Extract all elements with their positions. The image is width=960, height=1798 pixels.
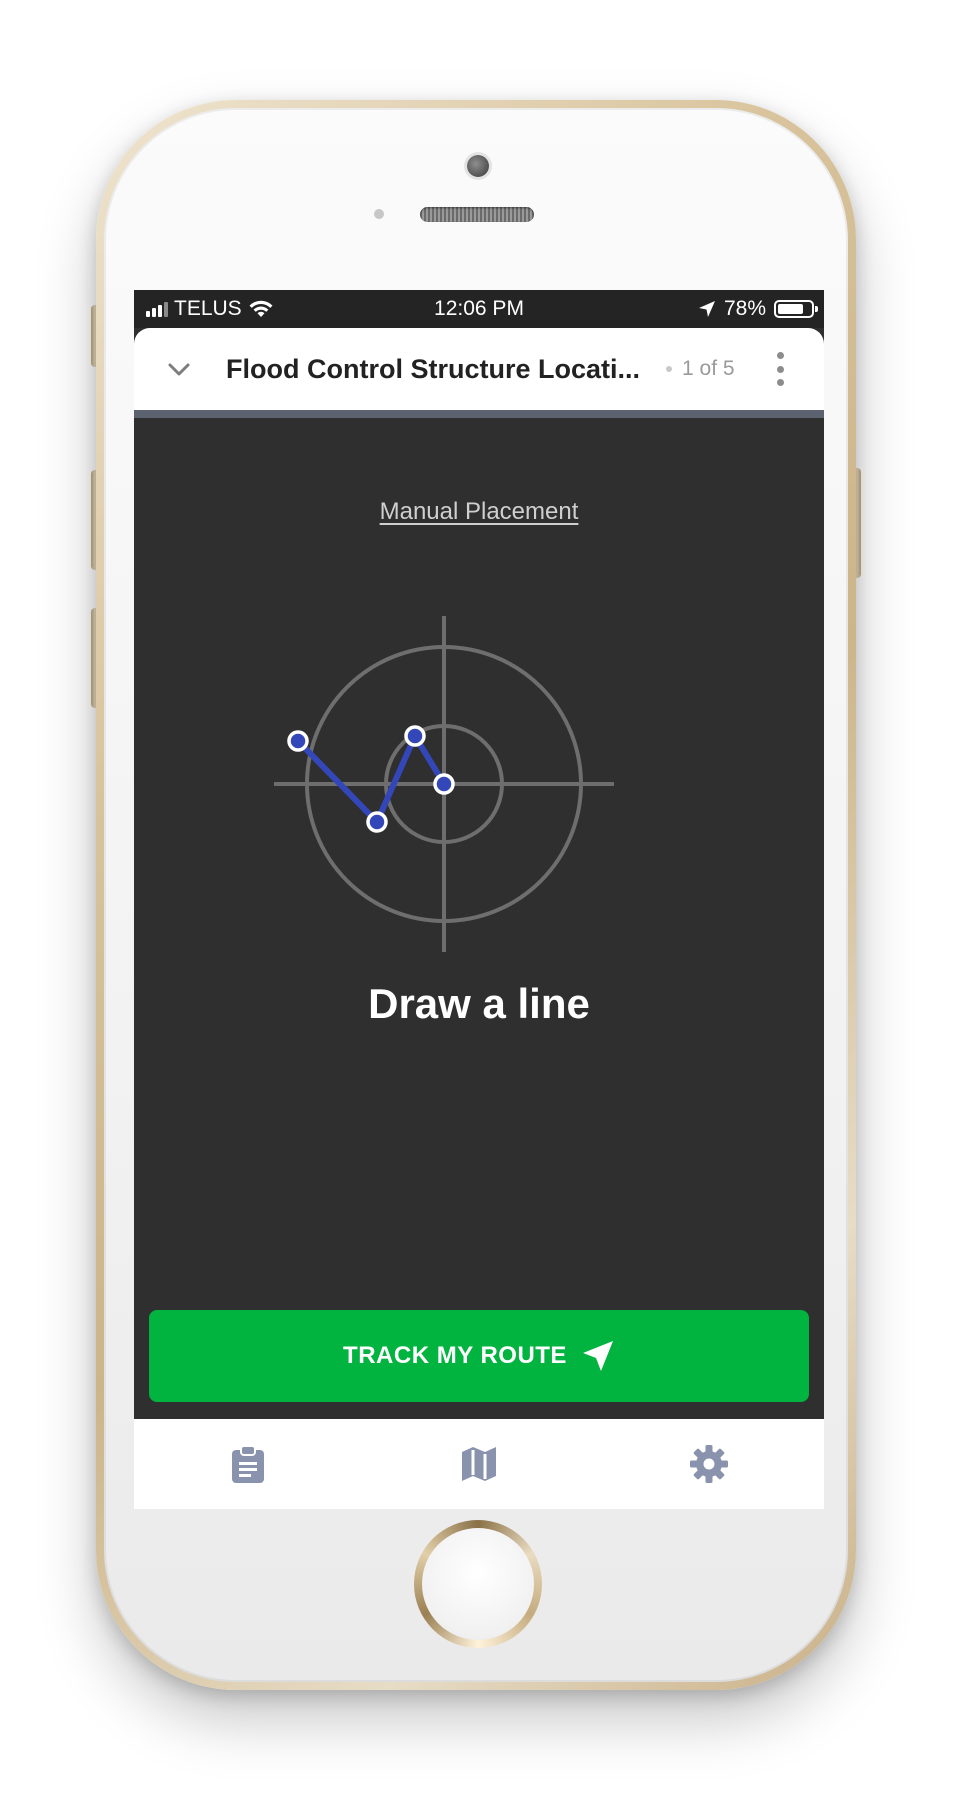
navigation-arrow-icon [582, 1341, 613, 1371]
draw-line-illustration [274, 616, 614, 952]
home-button[interactable] [414, 1520, 542, 1648]
track-my-route-button[interactable]: TRACK MY ROUTE [149, 1310, 809, 1402]
manual-placement-link[interactable]: Manual Placement [134, 498, 824, 526]
phone-screen: TELUS 12:06 PM 78% Flood Control Structu… [134, 290, 824, 1509]
battery-percent: 78% [723, 297, 766, 320]
status-bar: TELUS 12:06 PM 78% [134, 290, 824, 328]
vertex-point [287, 730, 309, 752]
bottom-navigation [134, 1419, 824, 1509]
vertex-point [433, 773, 455, 795]
drawn-line [295, 733, 447, 825]
draw-line-prompt: Draw a line [368, 980, 590, 1027]
earpiece-speaker [420, 207, 534, 222]
location-arrow-icon [698, 301, 715, 317]
clipboard-icon[interactable] [227, 1443, 269, 1485]
front-camera [467, 155, 489, 177]
separator-dot [666, 366, 672, 372]
track-route-label: TRACK MY ROUTE [343, 1342, 567, 1369]
battery-icon [774, 300, 818, 318]
status-right: 78% [698, 290, 818, 328]
map-icon[interactable] [458, 1443, 500, 1485]
page-counter: 1 of 5 [682, 357, 735, 380]
battery-fill [778, 304, 803, 314]
vertex-point [366, 811, 388, 833]
more-options-icon[interactable] [770, 352, 790, 386]
chevron-down-icon[interactable] [164, 354, 194, 384]
home-button-face [422, 1528, 534, 1640]
proximity-sensor [374, 209, 384, 219]
record-header: Flood Control Structure Locati... 1 of 5 [134, 328, 824, 418]
record-title: Flood Control Structure Locati... [226, 354, 640, 384]
device-mockup: TELUS 12:06 PM 78% Flood Control Structu… [0, 0, 960, 1798]
vertex-point [404, 725, 426, 747]
gear-icon[interactable] [688, 1443, 730, 1485]
